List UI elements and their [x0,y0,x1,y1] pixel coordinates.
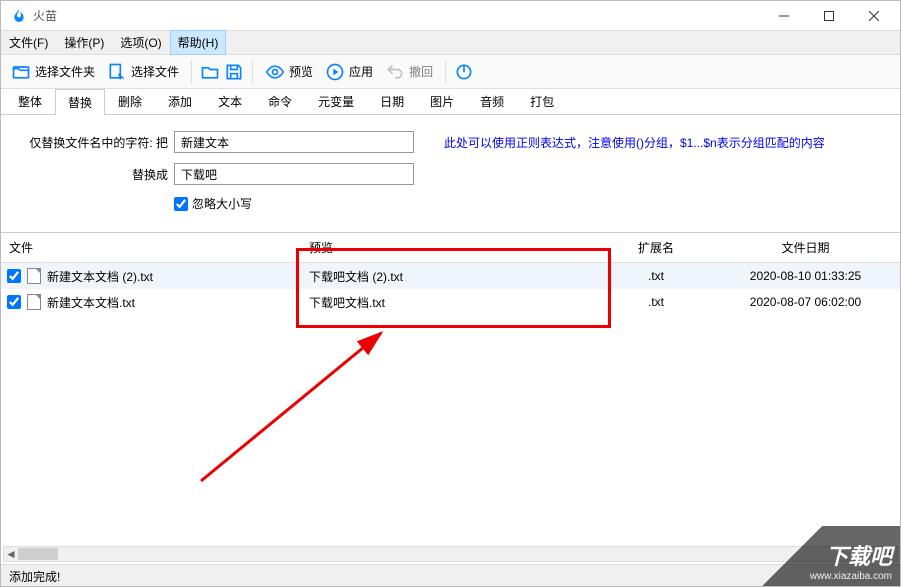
row-checkbox[interactable] [7,295,21,309]
col-preview[interactable]: 预览 [301,233,601,262]
toolbar-separator [445,61,446,83]
menu-operate[interactable]: 操作(P) [56,30,112,55]
tab-metavar[interactable]: 元变量 [305,88,367,114]
tab-image[interactable]: 图片 [417,88,467,114]
preview-label: 预览 [289,63,313,80]
replace-with-label: 替换成 [13,166,168,183]
menu-file[interactable]: 文件(F) [1,30,56,55]
tab-package[interactable]: 打包 [517,88,567,114]
annotation-arrow [191,321,401,491]
file-preview: 下载吧文档 (2).txt [301,268,601,285]
watermark-brand: 下载吧 [826,539,892,571]
scroll-left-icon[interactable]: ◄ [4,547,18,561]
tab-whole[interactable]: 整体 [5,88,55,114]
replace-panel: 仅替换文件名中的字符: 把 此处可以使用正则表达式，注意使用()分组，$1...… [1,115,900,222]
watermark: 下载吧 www.xiazaiba.com [730,526,900,586]
maximize-button[interactable] [806,2,851,30]
select-file-label: 选择文件 [131,63,179,80]
select-folder-button[interactable]: 选择文件夹 [7,60,99,84]
preview-button[interactable]: 预览 [261,60,317,84]
file-icon [27,294,41,310]
play-icon [325,62,345,82]
minimize-button[interactable] [761,2,806,30]
app-icon [11,8,27,24]
window-title: 火苗 [33,7,761,24]
apply-label: 应用 [349,63,373,80]
menu-options[interactable]: 选项(O) [112,30,169,55]
toolbar-separator [191,61,192,83]
title-bar: 火苗 [1,1,900,31]
menu-bar: 文件(F) 操作(P) 选项(O) 帮助(H) [1,31,900,55]
col-file[interactable]: 文件 [1,233,301,262]
table-row[interactable]: 新建文本文档.txt 下载吧文档.txt .txt 2020-08-07 06:… [1,289,900,315]
file-date: 2020-08-10 01:33:25 [711,269,900,283]
replace-from-label: 仅替换文件名中的字符: 把 [13,134,168,151]
file-icon [27,268,41,284]
undo-label: 撤回 [409,63,433,80]
folder-icon [11,62,31,82]
undo-icon [385,62,405,82]
table-row[interactable]: 新建文本文档 (2).txt 下载吧文档 (2).txt .txt 2020-0… [1,263,900,289]
apply-button[interactable]: 应用 [321,60,377,84]
tab-delete[interactable]: 删除 [105,88,155,114]
save-icon[interactable] [224,62,244,82]
scroll-thumb[interactable] [18,548,58,560]
file-cursor-icon [107,62,127,82]
toolbar: 选择文件夹 选择文件 预览 应用 撤回 [1,55,900,89]
tab-date[interactable]: 日期 [367,88,417,114]
ignore-case-checkbox[interactable] [174,197,188,211]
menu-help[interactable]: 帮助(H) [170,30,227,55]
file-table: 文件 预览 扩展名 文件日期 新建文本文档 (2).txt 下载吧文档 (2).… [1,232,900,315]
table-header: 文件 预览 扩展名 文件日期 [1,233,900,263]
col-ext[interactable]: 扩展名 [601,233,711,262]
select-file-button[interactable]: 选择文件 [103,60,183,84]
close-button[interactable] [851,2,896,30]
tab-bar: 整体 替换 删除 添加 文本 命令 元变量 日期 图片 音频 打包 [1,89,900,115]
table-body: 新建文本文档 (2).txt 下载吧文档 (2).txt .txt 2020-0… [1,263,900,315]
watermark-url: www.xiazaiba.com [810,571,892,582]
toolbar-separator [252,61,253,83]
status-text: 添加完成! [9,570,60,584]
row-checkbox[interactable] [7,269,21,283]
regex-hint: 此处可以使用正则表达式，注意使用()分组，$1...$n表示分组匹配的内容 [444,134,825,151]
ignore-case-label: 忽略大小写 [192,195,252,212]
col-date[interactable]: 文件日期 [711,233,900,262]
file-date: 2020-08-07 06:02:00 [711,295,900,309]
select-folder-label: 选择文件夹 [35,63,95,80]
file-name: 新建文本文档.txt [47,294,135,311]
file-ext: .txt [601,295,711,309]
open-icon[interactable] [200,62,220,82]
tab-text[interactable]: 文本 [205,88,255,114]
power-icon[interactable] [454,62,474,82]
file-ext: .txt [601,269,711,283]
tab-audio[interactable]: 音频 [467,88,517,114]
replace-from-input[interactable] [174,131,414,153]
tab-replace[interactable]: 替换 [55,89,105,115]
replace-with-input[interactable] [174,163,414,185]
tab-add[interactable]: 添加 [155,88,205,114]
tab-command[interactable]: 命令 [255,88,305,114]
file-preview: 下载吧文档.txt [301,294,601,311]
file-name: 新建文本文档 (2).txt [47,268,153,285]
undo-button[interactable]: 撤回 [381,60,437,84]
eye-icon [265,62,285,82]
